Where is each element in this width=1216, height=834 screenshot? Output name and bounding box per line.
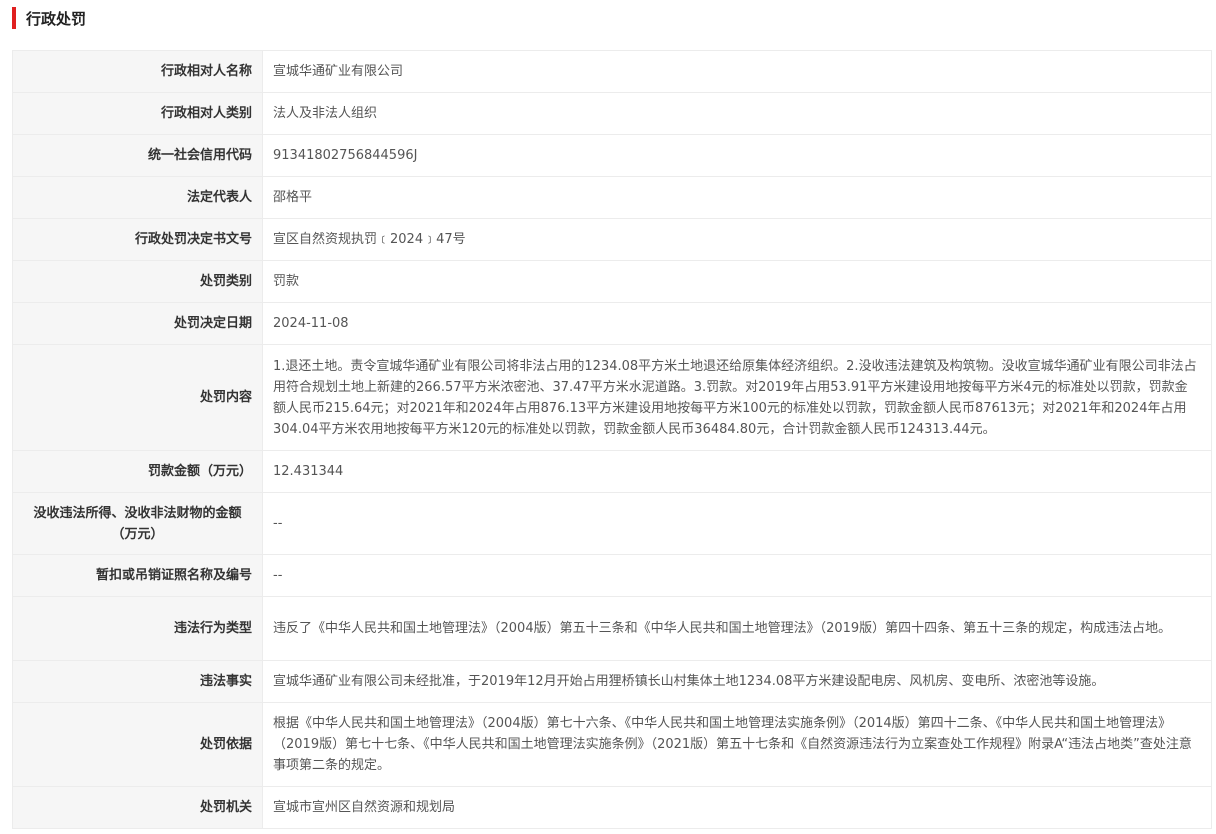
table-row: 处罚类别 罚款 (12, 260, 1212, 303)
row-label-penalty-type: 处罚类别 (12, 260, 263, 303)
row-value-penalty-type: 罚款 (262, 260, 1212, 303)
section-header: 行政处罚 (0, 0, 1216, 40)
row-label-confiscation-amount: 没收违法所得、没收非法财物的金额（万元） (12, 492, 263, 555)
table-row: 行政相对人名称 宣城华通矿业有限公司 (12, 50, 1212, 93)
table-row: 处罚决定日期 2024-11-08 (12, 302, 1212, 345)
row-value-penalty-basis: 根据《中华人民共和国土地管理法》（2004版）第七十六条、《中华人民共和国土地管… (262, 702, 1212, 787)
row-label-penalty-basis: 处罚依据 (12, 702, 263, 787)
row-value-credit-code: 91341802756844596J (262, 134, 1212, 177)
table-row: 处罚机关 宣城市宣州区自然资源和规划局 (12, 786, 1212, 829)
table-row: 违法事实 宣城华通矿业有限公司未经批准，于2019年12月开始占用狸桥镇长山村集… (12, 660, 1212, 703)
row-value-penalty-authority: 宣城市宣州区自然资源和规划局 (262, 786, 1212, 829)
row-label-decision-date: 处罚决定日期 (12, 302, 263, 345)
row-value-decision-number: 宣区自然资规执罚﹝2024﹞47号 (262, 218, 1212, 261)
table-row: 罚款金额（万元） 12.431344 (12, 450, 1212, 493)
row-label-penalty-content: 处罚内容 (12, 344, 263, 451)
table-row: 处罚依据 根据《中华人民共和国土地管理法》（2004版）第七十六条、《中华人民共… (12, 702, 1212, 787)
table-row: 暂扣或吊销证照名称及编号 -- (12, 554, 1212, 597)
section-accent-bar (12, 7, 16, 29)
row-label-decision-number: 行政处罚决定书文号 (12, 218, 263, 261)
table-row: 统一社会信用代码 91341802756844596J (12, 134, 1212, 177)
row-value-party-type: 法人及非法人组织 (262, 92, 1212, 135)
row-label-party-type: 行政相对人类别 (12, 92, 263, 135)
penalty-detail-table: 行政相对人名称 宣城华通矿业有限公司 行政相对人类别 法人及非法人组织 统一社会… (12, 50, 1212, 829)
table-row: 行政相对人类别 法人及非法人组织 (12, 92, 1212, 135)
table-row: 行政处罚决定书文号 宣区自然资规执罚﹝2024﹞47号 (12, 218, 1212, 261)
row-label-fine-amount: 罚款金额（万元） (12, 450, 263, 493)
row-value-violation-facts: 宣城华通矿业有限公司未经批准，于2019年12月开始占用狸桥镇长山村集体土地12… (262, 660, 1212, 703)
row-label-penalty-authority: 处罚机关 (12, 786, 263, 829)
row-value-violation-type: 违反了《中华人民共和国土地管理法》（2004版）第五十三条和《中华人民共和国土地… (262, 596, 1212, 661)
row-value-legal-rep: 邵格平 (262, 176, 1212, 219)
row-value-fine-amount: 12.431344 (262, 450, 1212, 493)
row-value-penalty-content: 1.退还土地。责令宣城华通矿业有限公司将非法占用的1234.08平方米土地退还给… (262, 344, 1212, 451)
table-row: 没收违法所得、没收非法财物的金额（万元） -- (12, 492, 1212, 555)
row-value-license-info: -- (262, 554, 1212, 597)
row-label-license-info: 暂扣或吊销证照名称及编号 (12, 554, 263, 597)
row-value-party-name: 宣城华通矿业有限公司 (262, 50, 1212, 93)
row-label-violation-type: 违法行为类型 (12, 596, 263, 661)
row-label-party-name: 行政相对人名称 (12, 50, 263, 93)
row-value-decision-date: 2024-11-08 (262, 302, 1212, 345)
table-row: 法定代表人 邵格平 (12, 176, 1212, 219)
row-label-violation-facts: 违法事实 (12, 660, 263, 703)
table-row: 处罚内容 1.退还土地。责令宣城华通矿业有限公司将非法占用的1234.08平方米… (12, 344, 1212, 451)
row-value-confiscation-amount: -- (262, 492, 1212, 555)
row-label-credit-code: 统一社会信用代码 (12, 134, 263, 177)
section-title: 行政处罚 (26, 9, 87, 28)
row-label-legal-rep: 法定代表人 (12, 176, 263, 219)
table-row: 违法行为类型 违反了《中华人民共和国土地管理法》（2004版）第五十三条和《中华… (12, 596, 1212, 661)
